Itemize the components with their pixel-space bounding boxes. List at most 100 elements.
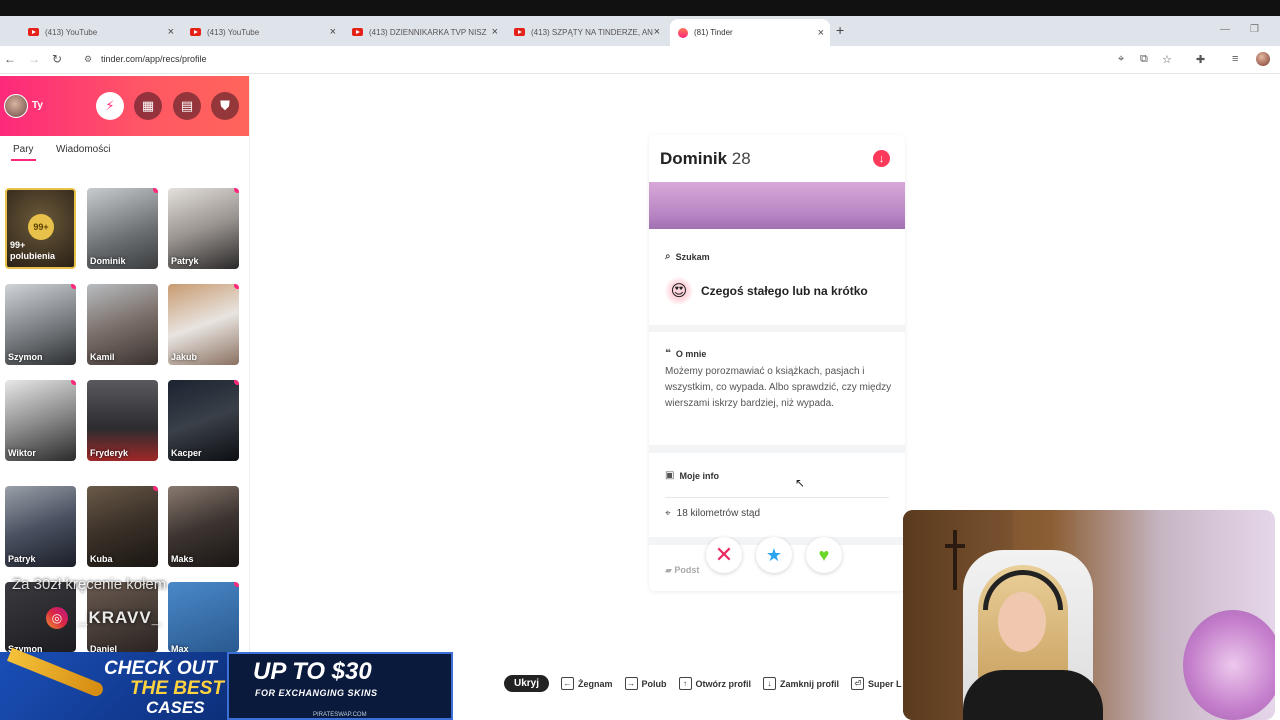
like-button[interactable]: ♥ <box>806 537 842 573</box>
username[interactable]: Ty <box>32 100 43 111</box>
nope-button[interactable]: ✕ <box>706 537 742 573</box>
ad-banner[interactable]: CHECK OUT THE BEST CASES UP TO $30 FOR E… <box>0 647 453 720</box>
browser-tab-bar: (413) YouTube × (413) YouTube × (413) DZ… <box>0 16 1280 46</box>
mouse-cursor-icon: ↖ <box>795 476 806 490</box>
new-match-dot <box>153 188 158 193</box>
match-card[interactable]: Kamil <box>87 284 158 365</box>
likes-card[interactable]: 99+ 99+ polubienia <box>5 188 76 269</box>
profile-card: Dominik 28 ↓ ⌕ Szukam 😍 Czegoś stałego l… <box>649 135 905 591</box>
match-card[interactable]: Patryk <box>5 486 76 567</box>
profile-header: Dominik 28 ↓ <box>649 135 905 182</box>
browser-profile-avatar[interactable] <box>1256 52 1270 66</box>
profile-age: 28 <box>731 149 751 168</box>
collapse-profile-icon[interactable]: ↓ <box>873 150 890 167</box>
youtube-icon <box>28 28 39 36</box>
quote-icon: ❝ <box>665 348 671 359</box>
super-like-button[interactable]: ★ <box>756 537 792 573</box>
close-tab-icon[interactable]: × <box>654 26 660 38</box>
hide-shortcuts-button[interactable]: Ukryj <box>504 675 550 692</box>
about-section: ❝ O mnie Możemy porozmawiać o książkach,… <box>649 332 905 445</box>
knife-graphic <box>7 647 105 699</box>
tab-messages[interactable]: Wiadomości <box>56 144 110 155</box>
new-match-dot <box>234 582 239 587</box>
maximize-icon[interactable]: ❐ <box>1250 24 1259 35</box>
shield-icon[interactable]: ⛊ <box>211 92 239 120</box>
forward-icon[interactable]: → <box>28 52 40 66</box>
browser-toolbar: ← → ↻ ⚙ tinder.com/app/recs/profile ⌖ ⧉ … <box>0 46 1280 74</box>
close-tab-icon[interactable]: × <box>492 26 498 38</box>
looking-for-value: Czegoś stałego lub na krótko <box>701 284 868 298</box>
match-card[interactable]: Patryk <box>168 188 239 269</box>
action-buttons: ✕ ★ ♥ <box>706 537 842 573</box>
match-card[interactable]: Szymon <box>5 284 76 365</box>
browser-tab[interactable]: (413) YouTube × <box>20 20 180 44</box>
location-pin-icon: ⌖ <box>665 508 671 519</box>
youtube-icon <box>190 28 201 36</box>
explore-icon[interactable]: ▦ <box>134 92 162 120</box>
minimize-icon[interactable]: — <box>1220 24 1230 35</box>
match-card[interactable]: Kacper <box>168 380 239 461</box>
keyboard-shortcuts-bar: Ukryj ← Żegnam → Polub ↑ Otwórz profil ↓ Zam… <box>504 675 902 692</box>
match-card[interactable]: Jakub <box>168 284 239 365</box>
close-tab-icon[interactable]: × <box>330 26 336 38</box>
profile-name: Dominik 28 <box>660 149 751 168</box>
sidebar-tabs: Pary Wiadomości <box>0 136 249 170</box>
match-card[interactable]: Max <box>168 582 239 652</box>
site-info-icon[interactable]: ⚙ <box>84 54 92 65</box>
new-match-dot <box>71 284 76 289</box>
likes-count-badge: 99+ <box>28 214 54 240</box>
instagram-icon: ◎ <box>46 607 68 629</box>
crucifix-graphic <box>953 530 957 590</box>
arrow-right-key-icon: → <box>624 677 638 690</box>
browser-tab[interactable]: (413) DZIENNIKARKA TVP NISZ × <box>344 20 504 44</box>
briefcase-icon[interactable]: ▤ <box>173 92 201 120</box>
instagram-handle: _KRAVV_ <box>78 608 163 627</box>
install-icon[interactable]: ⧉ <box>1140 53 1148 66</box>
arrow-up-key-icon: ↑ <box>678 677 692 690</box>
looking-for-section: ⌕ Szukam 😍 Czegoś stałego lub na krótko <box>649 229 905 325</box>
match-card[interactable]: Dominik <box>87 188 158 269</box>
heart-eyes-emoji-icon: 😍 <box>665 277 693 305</box>
new-match-dot <box>234 188 239 193</box>
browser-tab[interactable]: (413) SZPĄTY NA TINDERZE, AN × <box>506 20 666 44</box>
back-icon[interactable]: ← <box>4 52 16 66</box>
browser-tab[interactable]: (413) YouTube × <box>182 20 342 44</box>
tinder-icon <box>678 27 688 38</box>
tab-matches[interactable]: Pary <box>11 144 36 161</box>
id-card-icon: ▣ <box>665 470 675 481</box>
arrow-left-key-icon: ← <box>561 677 575 690</box>
location-icon[interactable]: ⌖ <box>1118 53 1124 66</box>
sidebar-header: Ty ⚡ ▦ ▤ ⛊ <box>0 76 249 136</box>
address-bar[interactable]: tinder.com/app/recs/profile <box>101 54 207 64</box>
youtube-icon <box>514 28 525 36</box>
new-match-dot <box>234 380 239 385</box>
new-match-dot <box>153 486 158 491</box>
arrow-down-key-icon: ↓ <box>763 677 777 690</box>
match-card[interactable]: Fryderyk <box>87 380 158 461</box>
new-match-dot <box>234 284 239 289</box>
divider <box>665 497 889 498</box>
user-avatar[interactable] <box>4 94 28 118</box>
new-match-dot <box>71 380 76 385</box>
extensions-icon[interactable]: ✚ <box>1196 53 1205 66</box>
menu-icon[interactable]: ≡ <box>1232 53 1238 65</box>
search-icon: ⌕ <box>665 251 671 262</box>
screen-top-strip <box>0 0 1280 16</box>
match-card[interactable]: Wiktor <box>5 380 76 461</box>
info-section: ▣ Moje info ⌖ 18 kilometrów stąd <box>649 453 905 537</box>
match-card[interactable]: Maks <box>168 486 239 567</box>
stream-overlay-text: Za 30zł kręcenie kołem <box>12 576 167 593</box>
new-tab-button[interactable]: + <box>836 22 844 38</box>
webcam-overlay <box>903 510 1275 720</box>
youtube-icon <box>352 28 363 36</box>
close-tab-icon[interactable]: × <box>818 27 824 39</box>
distance-text: 18 kilometrów stąd <box>676 508 761 519</box>
profile-photo[interactable] <box>649 182 905 229</box>
close-tab-icon[interactable]: × <box>168 26 174 38</box>
boost-icon[interactable]: ⚡ <box>96 92 124 120</box>
match-card[interactable]: Kuba <box>87 486 158 567</box>
reload-icon[interactable]: ↻ <box>52 52 62 66</box>
bookmark-star-icon[interactable]: ☆ <box>1162 53 1172 66</box>
about-text: Możemy porozmawiać o książkach, pasjach … <box>665 366 892 409</box>
browser-tab-active[interactable]: (81) Tinder × <box>670 19 830 46</box>
